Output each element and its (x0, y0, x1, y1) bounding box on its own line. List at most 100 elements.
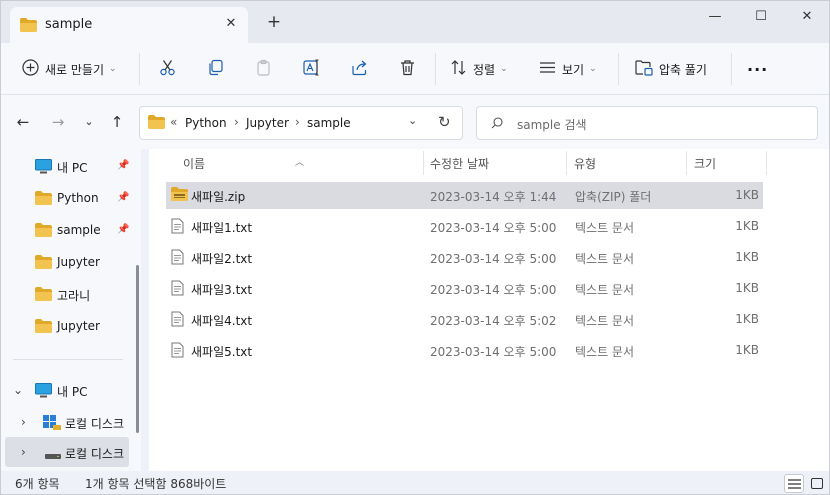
column-divider[interactable] (566, 151, 567, 175)
file-date: 2023-03-14 오후 5:00 (430, 252, 557, 266)
column-type[interactable]: 유형 (574, 155, 596, 172)
scissors-icon (159, 59, 176, 79)
sort-label: 정렬 (473, 62, 496, 77)
close-icon[interactable]: ✕ (222, 15, 240, 33)
status-bar: 6개 항목 1개 항목 선택함 868바이트 (1, 471, 829, 494)
chevron-down-icon: ⌄ (109, 64, 117, 74)
file-type: 압축(ZIP) 폴더 (575, 190, 652, 204)
file-size: 1KB (735, 219, 759, 233)
plus-icon[interactable]: + (265, 14, 283, 32)
details-view-button[interactable] (784, 474, 804, 493)
file-date: 2023-03-14 오후 5:00 (430, 345, 557, 359)
overflow-icon[interactable]: « (170, 115, 177, 129)
column-size[interactable]: 크기 (694, 155, 716, 172)
nav-item-jupyter[interactable]: Jupyter (1, 247, 133, 277)
chevron-right-icon[interactable]: › (234, 115, 239, 129)
address-dropdown-chevron-icon[interactable]: ⌄ (408, 114, 417, 127)
nav-item-sample[interactable]: sample 📌 (1, 215, 133, 245)
more-options-button[interactable]: ··· (747, 43, 768, 95)
file-list: ︿ 이름 수정한 날짜 유형 크기 새파일.zip 2023-03-14 오후 … (149, 149, 829, 471)
copy-button[interactable] (207, 43, 224, 95)
file-explorer-window: sample ✕ + — ☐ ✕ 새로 만들기 ⌄ 정렬 ⌄ 보기 ⌄ 압축 풀… (0, 0, 830, 495)
maximize-button[interactable]: ☐ (746, 7, 776, 27)
minimize-button[interactable]: — (700, 7, 730, 27)
back-arrow-icon[interactable]: ← (14, 113, 32, 131)
details-view-icon (788, 478, 801, 493)
recent-locations-chevron-icon[interactable]: ⌄ (80, 113, 98, 131)
chevron-right-icon[interactable]: › (21, 445, 26, 459)
rename-button[interactable] (303, 43, 321, 95)
tab-sample[interactable]: sample ✕ (10, 7, 248, 43)
tree-item-local-disk-d[interactable]: › 로컬 디스크 (5, 437, 129, 467)
search-icon (491, 117, 503, 132)
window-close-button[interactable]: ✕ (792, 7, 822, 27)
file-name: 새파일2.txt (191, 252, 253, 266)
breadcrumb-python[interactable]: Python (185, 116, 227, 130)
view-button[interactable]: 보기 ⌄ (539, 43, 597, 95)
paste-button[interactable] (255, 43, 272, 95)
file-row[interactable]: 새파일1.txt 2023-03-14 오후 5:00 텍스트 문서 1KB (166, 213, 763, 240)
address-bar[interactable]: « Python › Jupyter › sample ⌄ ↻ (139, 106, 463, 140)
file-date: 2023-03-14 오후 5:00 (430, 283, 557, 297)
rename-icon (303, 59, 321, 79)
nav-item-python[interactable]: Python 📌 (1, 183, 133, 213)
file-row[interactable]: 새파일4.txt 2023-03-14 오후 5:02 텍스트 문서 1KB (166, 306, 763, 333)
folder-icon (35, 191, 52, 208)
share-button[interactable] (351, 43, 368, 95)
nav-label: Jupyter (57, 319, 100, 333)
text-file-icon (171, 218, 184, 237)
clipboard-icon (255, 59, 272, 79)
tree-item-local-disk-c[interactable]: › 로컬 디스크 (9, 407, 141, 437)
nav-item-this-pc[interactable]: 내 PC 📌 (1, 151, 133, 181)
tiles-view-button[interactable] (807, 474, 827, 493)
column-divider[interactable] (423, 151, 424, 175)
command-bar: 새로 만들기 ⌄ 정렬 ⌄ 보기 ⌄ 압축 풀기 ··· (1, 43, 829, 95)
nav-item-gorani[interactable]: 고라니 (1, 279, 133, 309)
tree-label: 로컬 디스크 (65, 447, 125, 461)
file-row[interactable]: 새파일2.txt 2023-03-14 오후 5:00 텍스트 문서 1KB (166, 244, 763, 271)
cut-button[interactable] (159, 43, 176, 95)
tab-title: sample (45, 17, 93, 32)
new-button[interactable]: 새로 만들기 ⌄ (22, 43, 117, 95)
nav-label: 내 PC (57, 161, 88, 175)
refresh-icon[interactable]: ↻ (438, 113, 451, 131)
file-row[interactable]: 새파일.zip 2023-03-14 오후 1:44 압축(ZIP) 폴더 1K… (166, 182, 763, 209)
up-arrow-icon[interactable]: ↑ (108, 113, 126, 131)
breadcrumb-sample[interactable]: sample (307, 116, 351, 130)
file-size: 1KB (735, 188, 759, 202)
nav-item-jupyter-2[interactable]: Jupyter (1, 311, 133, 341)
file-row[interactable]: 새파일5.txt 2023-03-14 오후 5:00 텍스트 문서 1KB (166, 337, 763, 364)
extract-label: 압축 풀기 (659, 62, 707, 77)
column-name[interactable]: 이름 (183, 155, 205, 172)
column-date[interactable]: 수정한 날짜 (430, 155, 489, 172)
view-list-icon (539, 59, 556, 79)
forward-arrow-icon[interactable]: → (49, 113, 67, 131)
file-type: 텍스트 문서 (575, 345, 635, 359)
file-row[interactable]: 새파일3.txt 2023-03-14 오후 5:00 텍스트 문서 1KB (166, 275, 763, 302)
tree-label: 내 PC (57, 385, 88, 399)
file-size: 1KB (735, 312, 759, 326)
pc-icon (35, 383, 52, 401)
extract-all-button[interactable]: 압축 풀기 (635, 43, 707, 95)
toolbar-divider (618, 53, 619, 85)
chevron-right-icon[interactable]: › (21, 415, 26, 429)
search-placeholder: sample 검색 (517, 118, 587, 132)
nav-scrollbar[interactable] (136, 265, 139, 433)
sort-button[interactable]: 정렬 ⌄ (450, 43, 508, 95)
folder-icon (35, 319, 52, 336)
delete-button[interactable] (399, 43, 416, 95)
file-name: 새파일1.txt (191, 221, 253, 235)
toolbar-divider (435, 53, 436, 85)
nav-label: 고라니 (57, 289, 91, 303)
column-divider[interactable] (686, 151, 687, 175)
file-size: 1KB (735, 343, 759, 357)
file-type: 텍스트 문서 (575, 252, 635, 266)
column-divider[interactable] (766, 151, 767, 175)
chevron-right-icon[interactable]: › (295, 115, 300, 129)
tree-item-this-pc[interactable]: ⌄ 내 PC (1, 375, 133, 405)
breadcrumb-jupyter[interactable]: Jupyter (246, 116, 289, 130)
search-box[interactable]: sample 검색 (476, 106, 818, 140)
folder-icon (35, 287, 52, 304)
chevron-down-icon[interactable]: ⌄ (13, 383, 23, 397)
column-header-row: ︿ 이름 수정한 날짜 유형 크기 (149, 149, 829, 177)
